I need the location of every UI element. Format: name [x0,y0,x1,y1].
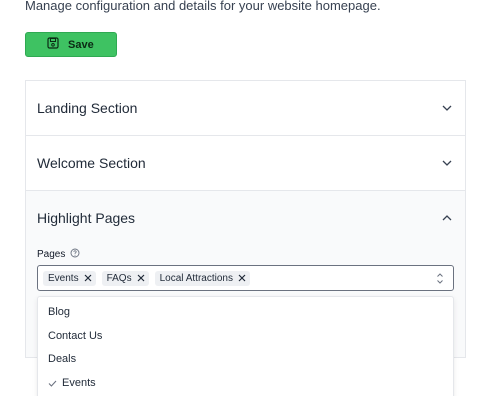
chip-label: Local Attractions [159,272,233,284]
x-icon[interactable] [84,274,92,282]
dropdown-option-events[interactable]: Events [38,372,453,394]
chevron-down-icon [440,101,454,115]
accordion-item-landing: Landing Section [26,81,465,136]
x-icon[interactable] [238,274,246,282]
chip-label: FAQs [106,272,132,284]
accordion-item-welcome: Welcome Section [26,136,465,191]
section-title: Landing Section [37,100,138,116]
floppy-disk-icon [47,36,59,54]
dropdown-option-deals[interactable]: Deals [38,348,453,370]
help-circle-icon[interactable] [70,248,80,261]
chip-faqs: FAQs [101,270,149,286]
x-icon[interactable] [137,274,145,282]
accordion-header-highlight-pages[interactable]: Highlight Pages [37,191,454,245]
option-label: Events [62,377,96,389]
check-icon [48,378,58,388]
dropdown-option-contact-us[interactable]: Contact Us [38,325,453,347]
pages-multiselect[interactable]: Events FAQs Local Attractions [37,265,454,291]
page-subtitle: Manage configuration and details for you… [25,0,381,13]
accordion-header-welcome[interactable]: Welcome Section [37,136,454,190]
save-button-label: Save [68,38,94,51]
dropdown-option-blog[interactable]: Blog [38,301,453,323]
pages-label-text: Pages [37,249,66,260]
chip-events: Events [43,270,96,286]
option-label: Deals [48,353,77,365]
accordion-header-landing[interactable]: Landing Section [37,81,454,135]
pages-field-label: Pages [37,248,80,261]
pages-dropdown-menu: Blog Contact Us Deals Events [37,296,454,396]
chevron-down-icon [440,156,454,170]
option-label: Blog [48,306,71,318]
chevron-up-down-icon[interactable] [435,272,445,285]
chevron-up-icon [440,211,454,225]
chip-label: Events [48,272,79,284]
section-title: Highlight Pages [37,210,136,226]
section-title: Welcome Section [37,155,146,171]
homepage-settings-page: Manage configuration and details for you… [0,0,487,396]
save-button[interactable]: Save [25,32,117,57]
chip-local-attractions: Local Attractions [154,270,250,286]
option-label: Contact Us [48,330,103,342]
